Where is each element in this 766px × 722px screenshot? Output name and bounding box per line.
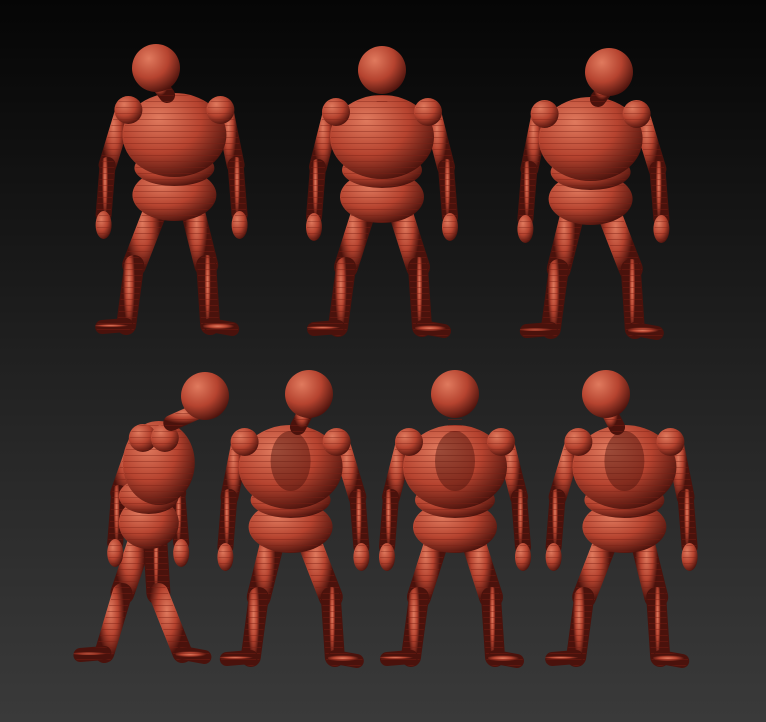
figure-back-three-quarter-left <box>217 370 370 668</box>
figure-back-three-quarter-right <box>545 370 698 668</box>
scene <box>73 44 698 668</box>
figure-back <box>379 370 531 668</box>
figure-side-left <box>73 372 229 664</box>
figure-front <box>306 46 458 338</box>
figure-front-three-quarter-left <box>95 44 248 336</box>
figure-front-three-quarter-right <box>517 48 670 340</box>
viewport-canvas <box>0 0 766 722</box>
